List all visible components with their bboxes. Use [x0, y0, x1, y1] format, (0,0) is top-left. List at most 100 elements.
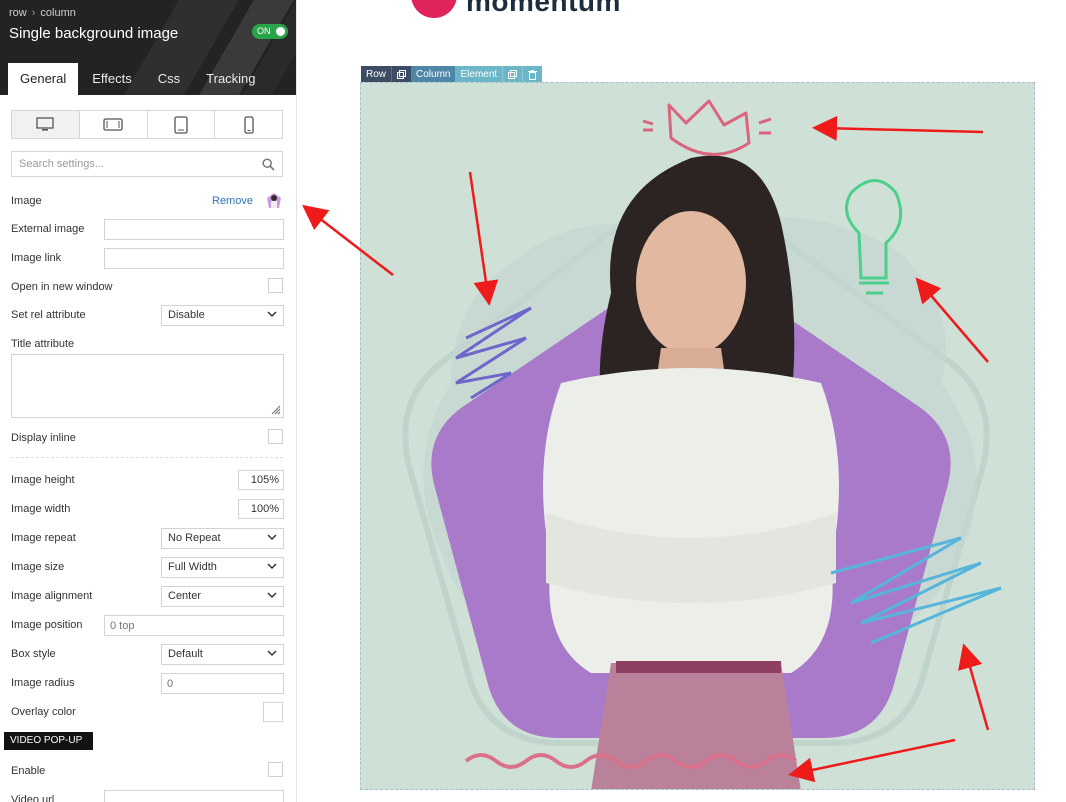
image-repeat-label: Image repeat	[11, 532, 76, 544]
video-enable-checkbox[interactable]	[268, 762, 283, 777]
tab-general[interactable]: General	[8, 63, 79, 95]
tablet-landscape-icon	[103, 118, 123, 131]
box-style-label: Box style	[11, 648, 56, 660]
field-image-height: Image height 105%	[11, 470, 284, 492]
video-popup-section-label: VIDEO POP-UP	[4, 732, 93, 750]
rel-attribute-label: Set rel attribute	[11, 309, 86, 321]
duplicate-icon	[397, 70, 407, 79]
image-link-input[interactable]	[104, 248, 284, 269]
image-position-input[interactable]	[104, 615, 284, 636]
element-on-toggle[interactable]: ON	[252, 24, 288, 39]
field-image-width: Image width 100%	[11, 499, 284, 521]
rel-attribute-select[interactable]: Disable	[161, 305, 284, 326]
image-thumbnail-icon[interactable]	[265, 191, 283, 211]
image-size-select[interactable]: Full Width	[161, 557, 284, 578]
chevron-down-icon	[267, 311, 277, 318]
field-rel-attribute: Set rel attribute Disable	[11, 305, 284, 327]
tablet-portrait-icon	[174, 115, 188, 134]
image-size-value: Full Width	[168, 561, 217, 573]
external-image-input[interactable]	[104, 219, 284, 240]
title-attribute-label: Title attribute	[11, 338, 75, 350]
sidebar-header: row › column Single background image ON Ge…	[0, 0, 296, 95]
settings-sidebar: row › column Single background image ON Ge…	[0, 0, 297, 802]
chevron-down-icon	[267, 592, 277, 599]
trash-icon	[528, 69, 538, 80]
field-image: Image Remove	[11, 191, 284, 213]
crown-sparks-doodle	[642, 117, 772, 135]
row-toolbar-label: Row	[366, 69, 387, 80]
image-repeat-select[interactable]: No Repeat	[161, 528, 284, 549]
image-alignment-value: Center	[168, 590, 202, 602]
rel-attribute-value: Disable	[168, 309, 205, 321]
open-new-window-label: Open in new window	[11, 281, 113, 293]
breadcrumb: row › column	[9, 7, 76, 19]
tab-effects[interactable]: Effects	[80, 63, 144, 95]
breadcrumb-column[interactable]: column	[40, 7, 75, 19]
device-switcher	[11, 110, 283, 139]
tab-tracking[interactable]: Tracking	[194, 63, 267, 95]
image-width-input[interactable]: 100%	[238, 499, 284, 519]
chevron-down-icon	[267, 534, 277, 541]
video-url-label: Video url	[11, 794, 55, 802]
toggle-label: ON	[257, 26, 271, 36]
background-image-element[interactable]	[360, 82, 1035, 790]
image-height-label: Image height	[11, 474, 75, 486]
row-duplicate-button[interactable]	[391, 66, 412, 83]
chevron-down-icon	[267, 650, 277, 657]
belt-shape	[616, 661, 781, 673]
image-label: Image	[11, 195, 42, 207]
breadcrumb-row[interactable]: row	[9, 7, 27, 19]
external-image-label: External image	[11, 223, 85, 235]
column-toolbar-button[interactable]: Column	[411, 66, 456, 83]
field-box-style: Box style Default	[11, 644, 284, 666]
open-new-window-checkbox[interactable]	[268, 278, 283, 293]
desktop-icon	[36, 117, 55, 131]
image-alignment-select[interactable]: Center	[161, 586, 284, 607]
display-inline-label: Display inline	[11, 432, 76, 444]
trousers-shape	[591, 663, 801, 789]
display-inline-checkbox[interactable]	[268, 429, 283, 444]
settings-tabs: General Effects Css Tracking	[8, 63, 270, 95]
device-mobile-button[interactable]	[215, 111, 282, 138]
search-input[interactable]	[12, 152, 252, 176]
background-artwork	[402, 99, 1002, 789]
chevron-down-icon	[267, 563, 277, 570]
image-height-input[interactable]: 105%	[238, 470, 284, 490]
settings-search	[11, 151, 283, 177]
resize-handle-icon[interactable]	[269, 403, 281, 415]
image-repeat-value: No Repeat	[168, 532, 221, 544]
element-duplicate-button[interactable]	[502, 66, 523, 83]
tab-css[interactable]: Css	[146, 63, 192, 95]
image-width-label: Image width	[11, 503, 71, 515]
field-open-new-window: Open in new window	[11, 277, 284, 299]
element-toolbar-label: Element	[460, 69, 498, 80]
row-toolbar-button[interactable]: Row	[361, 66, 392, 83]
crown-doodle	[667, 99, 751, 156]
image-alignment-label: Image alignment	[11, 590, 93, 602]
field-image-size: Image size Full Width	[11, 557, 284, 579]
title-attribute-textarea[interactable]	[11, 354, 284, 418]
brand-name: momentum	[466, 0, 621, 17]
remove-image-link[interactable]: Remove	[212, 195, 253, 207]
element-title: Single background image	[9, 25, 179, 42]
overlay-color-label: Overlay color	[11, 706, 76, 718]
field-external-image: External image	[11, 219, 284, 241]
column-toolbar-label: Column	[416, 69, 451, 80]
field-video-url: Video url	[11, 790, 284, 802]
box-style-select[interactable]: Default	[161, 644, 284, 665]
section-divider	[11, 457, 283, 458]
box-style-value: Default	[168, 648, 203, 660]
video-url-input[interactable]	[104, 790, 284, 802]
device-tablet-landscape-button[interactable]	[80, 111, 148, 138]
field-overlay-color: Overlay color	[11, 702, 284, 724]
device-tablet-portrait-button[interactable]	[148, 111, 216, 138]
field-image-alignment: Image alignment Center	[11, 586, 284, 608]
device-desktop-button[interactable]	[12, 111, 80, 138]
element-toolbar-button[interactable]: Element	[455, 66, 503, 83]
app-window: row › column Single background image ON Ge…	[0, 0, 1066, 802]
field-video-enable: Enable	[11, 761, 284, 783]
image-link-label: Image link	[11, 252, 62, 264]
overlay-color-swatch[interactable]	[263, 702, 283, 722]
element-delete-button[interactable]	[522, 66, 543, 83]
image-radius-input[interactable]	[161, 673, 284, 694]
